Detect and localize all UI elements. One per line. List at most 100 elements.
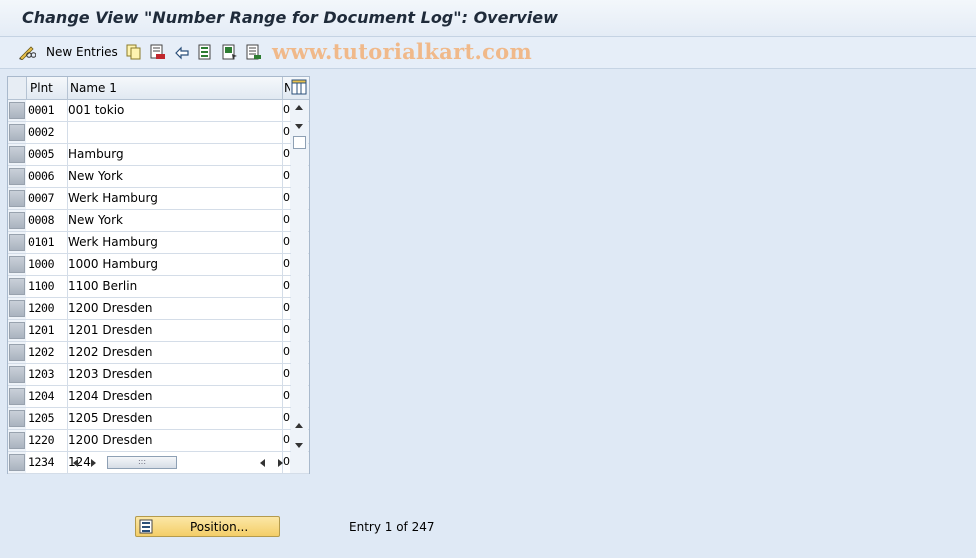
cell-n[interactable]: 0 [283, 279, 290, 292]
cell-plnt[interactable]: 0008 [28, 213, 55, 227]
vertical-scrollbar[interactable] [291, 100, 308, 454]
cell-n[interactable]: 0 [283, 147, 290, 160]
cell-n[interactable]: 0 [283, 345, 290, 358]
table-row[interactable]: 1201 1201 Dresden 0 [8, 320, 309, 342]
scroll-right-arrow-icon[interactable] [91, 459, 96, 467]
row-select-button[interactable] [9, 124, 25, 141]
cell-plnt[interactable]: 0001 [28, 103, 55, 117]
scroll-thumb[interactable] [293, 136, 306, 149]
table-row[interactable]: 1204 1204 Dresden 0 [8, 386, 309, 408]
cell-name[interactable]: 1200 Dresden [68, 301, 153, 315]
scroll-down-arrow-icon[interactable] [295, 443, 303, 448]
cell-name[interactable]: 1204 Dresden [68, 389, 153, 403]
table-row[interactable]: 1203 1203 Dresden 0 [8, 364, 309, 386]
cell-name[interactable]: 001 tokio [68, 103, 124, 117]
cell-plnt[interactable]: 1202 [28, 345, 55, 359]
cell-n[interactable]: 0 [283, 323, 290, 336]
cell-plnt[interactable]: 1204 [28, 389, 55, 403]
scroll-left-end-arrow-icon[interactable] [260, 459, 265, 467]
table-row[interactable]: 1200 1200 Dresden 0 [8, 298, 309, 320]
row-select-button[interactable] [9, 366, 25, 383]
horizontal-scroll-track[interactable] [178, 456, 254, 469]
cell-name[interactable]: New York [68, 213, 123, 227]
cell-plnt[interactable]: 1220 [28, 433, 55, 447]
cell-name[interactable]: 1100 Berlin [68, 279, 137, 293]
cell-n[interactable]: 0 [283, 169, 290, 182]
table-row[interactable]: 1205 1205 Dresden 0 [8, 408, 309, 430]
scroll-page-down-arrow-icon[interactable] [295, 124, 303, 129]
cell-name[interactable]: 1201 Dresden [68, 323, 153, 337]
cell-name[interactable]: 1000 Hamburg [68, 257, 158, 271]
cell-plnt[interactable]: 0101 [28, 235, 55, 249]
cell-n[interactable]: 0 [283, 191, 290, 204]
cell-n[interactable]: 0 [283, 103, 290, 116]
cell-name[interactable]: Hamburg [68, 147, 124, 161]
table-row[interactable]: 0002 0 [8, 122, 309, 144]
cell-n[interactable]: 0 [283, 301, 290, 314]
row-select-button[interactable] [9, 256, 25, 273]
cell-name[interactable]: 1205 Dresden [68, 411, 153, 425]
table-row[interactable]: 0005 Hamburg 0 [8, 144, 309, 166]
scroll-right-end-arrow-icon[interactable] [278, 459, 283, 467]
display-change-icon[interactable] [18, 43, 36, 61]
cell-plnt[interactable]: 1203 [28, 367, 55, 381]
table-row[interactable]: 1100 1100 Berlin 0 [8, 276, 309, 298]
cell-plnt[interactable]: 1234 [28, 455, 55, 469]
cell-n[interactable]: 0 [283, 411, 290, 424]
row-select-button[interactable] [9, 146, 25, 163]
cell-n[interactable]: 0 [283, 213, 290, 226]
deselect-all-icon[interactable] [246, 43, 262, 61]
cell-n[interactable]: 0 [283, 235, 290, 248]
table-row[interactable]: 0008 New York 0 [8, 210, 309, 232]
cell-n[interactable]: 0 [283, 389, 290, 402]
row-select-button[interactable] [9, 168, 25, 185]
row-select-button[interactable] [9, 102, 25, 119]
row-select-button[interactable] [9, 190, 25, 207]
new-entries-button[interactable]: New Entries [46, 43, 118, 61]
undo-icon[interactable] [173, 43, 191, 61]
cell-name[interactable]: New York [68, 169, 123, 183]
cell-plnt[interactable]: 0002 [28, 125, 55, 139]
row-select-button[interactable] [9, 322, 25, 339]
scroll-left-arrow-icon[interactable] [73, 459, 78, 467]
table-row[interactable]: 1220 1200 Dresden 0 [8, 430, 309, 452]
column-header-plnt[interactable]: Plnt [30, 81, 53, 95]
cell-n[interactable]: 0 [283, 257, 290, 270]
delete-icon[interactable] [150, 43, 166, 61]
row-select-button[interactable] [9, 454, 25, 471]
cell-plnt[interactable]: 1205 [28, 411, 55, 425]
scroll-page-up-arrow-icon[interactable] [295, 423, 303, 428]
cell-plnt[interactable]: 1100 [28, 279, 55, 293]
horizontal-scrollbar[interactable]: ::: [68, 455, 292, 471]
table-settings-icon[interactable] [291, 79, 307, 98]
horizontal-scroll-thumb[interactable]: ::: [107, 456, 177, 469]
cell-n[interactable]: 0 [283, 367, 290, 380]
row-select-button[interactable] [9, 300, 25, 317]
table-row[interactable]: 1000 1000 Hamburg 0 [8, 254, 309, 276]
cell-name[interactable]: Werk Hamburg [68, 191, 158, 205]
select-all-icon[interactable] [198, 43, 214, 61]
select-all-rows-cell[interactable] [8, 77, 27, 99]
row-select-button[interactable] [9, 278, 25, 295]
cell-name[interactable]: 1203 Dresden [68, 367, 153, 381]
cell-plnt[interactable]: 0006 [28, 169, 55, 183]
select-block-icon[interactable] [222, 43, 238, 61]
cell-n[interactable]: 0 [283, 433, 290, 446]
table-row[interactable]: 0006 New York 0 [8, 166, 309, 188]
cell-n[interactable]: 0 [283, 125, 290, 138]
table-row[interactable]: 0007 Werk Hamburg 0 [8, 188, 309, 210]
cell-plnt[interactable]: 1201 [28, 323, 55, 337]
cell-plnt[interactable]: 1200 [28, 301, 55, 315]
cell-plnt[interactable]: 0005 [28, 147, 55, 161]
table-row[interactable]: 0001 001 tokio 0 [8, 100, 309, 122]
row-select-button[interactable] [9, 234, 25, 251]
cell-name[interactable]: 1202 Dresden [68, 345, 153, 359]
row-select-button[interactable] [9, 344, 25, 361]
column-header-n[interactable]: N [284, 81, 290, 95]
cell-plnt[interactable]: 0007 [28, 191, 55, 205]
copy-icon[interactable] [126, 43, 142, 61]
row-select-button[interactable] [9, 432, 25, 449]
row-select-button[interactable] [9, 212, 25, 229]
cell-name[interactable]: 1200 Dresden [68, 433, 153, 447]
cell-plnt[interactable]: 1000 [28, 257, 55, 271]
